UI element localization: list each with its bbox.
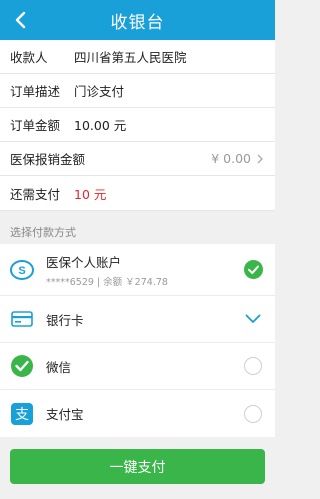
description-row: 订单描述 门诊支付: [0, 74, 275, 108]
description-label: 订单描述: [10, 84, 61, 99]
back-button[interactable]: [8, 8, 32, 32]
radio-button[interactable]: [243, 404, 263, 424]
amount-value: 10.00 元: [74, 118, 127, 133]
payee-label: 收款人: [10, 50, 48, 65]
check-circle-icon: [243, 260, 263, 279]
description-value: 门诊支付: [74, 84, 125, 99]
due-row: 还需支付 10 元: [0, 176, 275, 211]
method-text: 支付宝: [46, 404, 84, 423]
insurance-value: ¥ 0.00: [211, 151, 251, 166]
method-name: 微信: [46, 359, 72, 375]
svg-text:支: 支: [15, 407, 29, 423]
payee-value: 四川省第五人民医院: [74, 50, 187, 65]
chevron-down-icon: [245, 314, 261, 323]
chevron-left-icon: [15, 11, 26, 29]
due-value: 10 元: [74, 186, 107, 202]
method-name: 支付宝: [46, 407, 84, 422]
method-wechat[interactable]: 微信: [0, 343, 275, 390]
pay-button[interactable]: 一键支付: [10, 449, 265, 484]
method-name: 医保个人账户: [46, 254, 122, 270]
method-bank-card[interactable]: 银行卡: [0, 296, 275, 343]
amount-label: 订单金额: [10, 118, 61, 133]
payment-section-label: 选择付款方式: [10, 226, 76, 239]
payee-row: 收款人 四川省第五人民医院: [0, 40, 275, 74]
selected-check[interactable]: [243, 260, 263, 280]
wechat-icon: [10, 354, 34, 378]
method-text: 银行卡: [46, 310, 84, 329]
insurance-amount: ¥ 0.00: [211, 151, 265, 166]
radio-unselected: [244, 357, 262, 375]
account-balance: *****6529 | 余额 ￥274.78: [46, 276, 168, 288]
svg-text:S: S: [18, 265, 25, 277]
amount-row: 订单金额 10.00 元: [0, 108, 275, 142]
method-text: 医保个人账户 *****6529 | 余额 ￥274.78: [46, 252, 168, 288]
app-header: 收银台: [0, 0, 275, 40]
expand-toggle[interactable]: [243, 309, 263, 329]
social-insurance-icon: S: [10, 258, 34, 282]
due-label: 还需支付: [10, 186, 61, 202]
method-text: 微信: [46, 357, 71, 376]
alipay-icon: 支: [10, 402, 34, 426]
method-alipay[interactable]: 支 支付宝: [0, 390, 275, 437]
insurance-row[interactable]: 医保报销金额 ¥ 0.00: [0, 142, 275, 176]
chevron-right-icon: [257, 154, 263, 163]
insurance-label: 医保报销金额: [10, 152, 86, 167]
page-title: 收银台: [110, 12, 165, 33]
method-insurance-account[interactable]: S 医保个人账户 *****6529 | 余额 ￥274.78: [0, 244, 275, 296]
order-info: 收款人 四川省第五人民医院 订单描述 门诊支付 订单金额 10.00 元 医保报…: [0, 40, 275, 211]
radio-button[interactable]: [243, 356, 263, 376]
method-name: 银行卡: [46, 312, 84, 328]
bank-card-icon: [10, 307, 34, 331]
payment-methods: S 医保个人账户 *****6529 | 余额 ￥274.78 银行卡 微信 支…: [0, 244, 275, 437]
radio-unselected: [244, 404, 262, 423]
